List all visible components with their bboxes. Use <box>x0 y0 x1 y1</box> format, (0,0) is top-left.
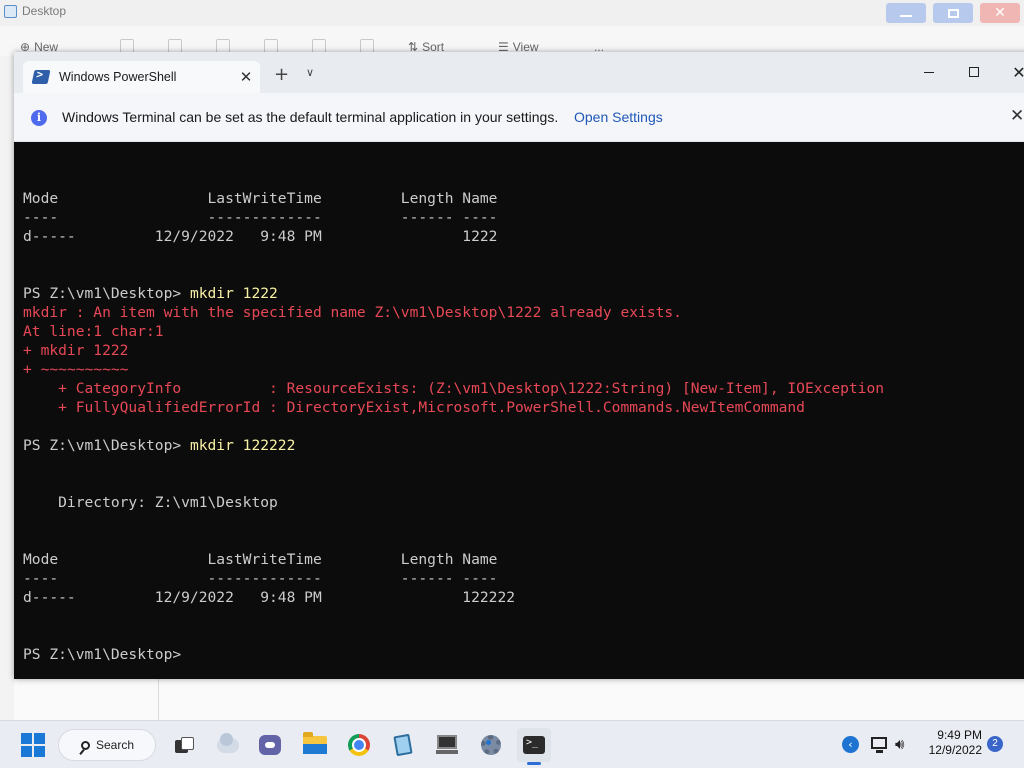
clock-date: 12/9/2022 <box>928 743 982 757</box>
rename-icon[interactable] <box>264 39 278 53</box>
task-view-icon <box>175 737 195 753</box>
info-message: Windows Terminal can be set as the defau… <box>62 109 559 125</box>
terminal-taskbar-button[interactable] <box>517 728 551 765</box>
info-bar: i Windows Terminal can be set as the def… <box>14 93 1024 142</box>
prompt: PS Z:\vm1\Desktop> <box>23 285 190 302</box>
search-icon <box>81 740 90 750</box>
chrome-button[interactable] <box>342 728 376 762</box>
gear-icon <box>481 735 501 755</box>
notification-badge[interactable]: 2 <box>987 736 1003 752</box>
network-icon[interactable] <box>871 737 887 753</box>
chevron-down-icon[interactable]: ∨ <box>306 66 314 79</box>
terminal-prompt-line: PS Z:\vm1\Desktop> <box>23 646 182 663</box>
prompt: PS Z:\vm1\Desktop> <box>23 437 190 454</box>
error-line: mkdir : An item with the specified name … <box>23 304 682 321</box>
error-line: + CategoryInfo : ResourceExists: (Z:\vm1… <box>23 380 885 397</box>
minimize-icon <box>924 71 934 73</box>
copy-icon[interactable] <box>168 39 182 53</box>
cut-icon[interactable] <box>120 39 134 53</box>
info-icon: i <box>31 110 47 126</box>
task-view-button[interactable] <box>168 728 202 762</box>
tab-title: Windows PowerShell <box>59 70 177 84</box>
teams-chat-icon <box>259 735 281 755</box>
file-explorer-button[interactable] <box>298 728 332 762</box>
delete-icon[interactable] <box>360 39 374 53</box>
clock-time: 9:49 PM <box>937 728 982 742</box>
terminal-title-bar: Windows PowerShell ✕ + ∨ ✕ <box>14 52 1024 93</box>
explorer-title-text: Desktop <box>22 4 67 18</box>
explorer-content-area <box>14 678 1024 720</box>
new-tab-button[interactable]: + <box>274 64 289 85</box>
notepad-button[interactable] <box>386 728 420 762</box>
tab-windows-powershell[interactable]: Windows PowerShell ✕ <box>23 61 260 93</box>
explorer-title-bar: Desktop ✕ <box>0 0 1024 26</box>
search-label: Search <box>96 738 135 752</box>
paste-icon[interactable] <box>216 39 230 53</box>
open-settings-link[interactable]: Open Settings <box>574 109 663 125</box>
terminal-window: Windows PowerShell ✕ + ∨ ✕ i Windows Ter… <box>14 52 1024 679</box>
terminal-icon <box>523 736 545 754</box>
task-manager-icon <box>436 735 458 755</box>
command: mkdir 1222 <box>189 285 278 302</box>
show-hidden-icons-icon[interactable]: ‹ <box>842 736 859 753</box>
maximize-icon <box>969 67 979 77</box>
powershell-icon <box>31 70 51 84</box>
error-line: + FullyQualifiedErrorId : DirectoryExist… <box>23 399 805 416</box>
terminal-prompt-line: PS Z:\vm1\Desktop> mkdir 1222 <box>23 284 278 303</box>
folder-icon <box>4 4 17 18</box>
terminal-line: ---- ------------- ------ ---- <box>23 209 498 226</box>
error-line: + ~~~~~~~~~~ <box>23 361 129 378</box>
explorer-pane-divider <box>158 678 159 720</box>
search-button[interactable]: Search <box>58 729 156 761</box>
share-icon[interactable] <box>312 39 326 53</box>
weather-widget-icon <box>217 732 239 753</box>
task-manager-button[interactable] <box>430 728 464 762</box>
terminal-line: ---- ------------- ------ ---- <box>23 570 498 587</box>
file-explorer-icon <box>303 732 327 754</box>
explorer-nav-pane <box>0 56 14 720</box>
terminal-line: Mode LastWriteTime Length Name <box>23 190 498 207</box>
close-icon: ✕ <box>994 5 1006 21</box>
terminal-minimize-button[interactable] <box>914 60 944 84</box>
notepad-icon <box>393 733 413 757</box>
tab-close-icon[interactable]: ✕ <box>236 68 256 86</box>
terminal-maximize-button[interactable] <box>959 60 989 84</box>
explorer-minimize-button[interactable] <box>886 3 926 23</box>
settings-button[interactable] <box>474 728 508 762</box>
chrome-icon <box>348 734 370 756</box>
terminal-line: Directory: Z:\vm1\Desktop <box>23 494 278 511</box>
maximize-icon <box>947 8 959 18</box>
explorer-maximize-button[interactable] <box>933 3 973 23</box>
volume-icon[interactable]: 🔊︎ <box>895 735 904 753</box>
error-line: At line:1 char:1 <box>23 323 164 340</box>
chat-button[interactable] <box>253 728 287 762</box>
terminal-close-button[interactable]: ✕ <box>1004 60 1024 84</box>
start-button[interactable] <box>16 728 50 762</box>
widgets-button[interactable] <box>211 728 245 762</box>
terminal-line: Mode LastWriteTime Length Name <box>23 551 498 568</box>
terminal-line: d----- 12/9/2022 9:48 PM 122222 <box>23 589 516 606</box>
windows-logo-icon <box>21 733 45 757</box>
minimize-icon <box>900 15 912 17</box>
clock[interactable]: 9:49 PM 12/9/2022 <box>918 728 982 758</box>
terminal-line: d----- 12/9/2022 9:48 PM 1222 <box>23 228 498 245</box>
terminal-output[interactable]: Mode LastWriteTime Length Name ---- ----… <box>14 142 1024 679</box>
command: mkdir 122222 <box>189 437 296 454</box>
info-bar-close-icon[interactable]: ✕ <box>1010 106 1024 126</box>
explorer-title: Desktop <box>4 4 66 18</box>
explorer-close-button[interactable]: ✕ <box>980 3 1020 23</box>
terminal-prompt-line: PS Z:\vm1\Desktop> mkdir 122222 <box>23 436 295 455</box>
error-line: + mkdir 1222 <box>23 342 129 359</box>
